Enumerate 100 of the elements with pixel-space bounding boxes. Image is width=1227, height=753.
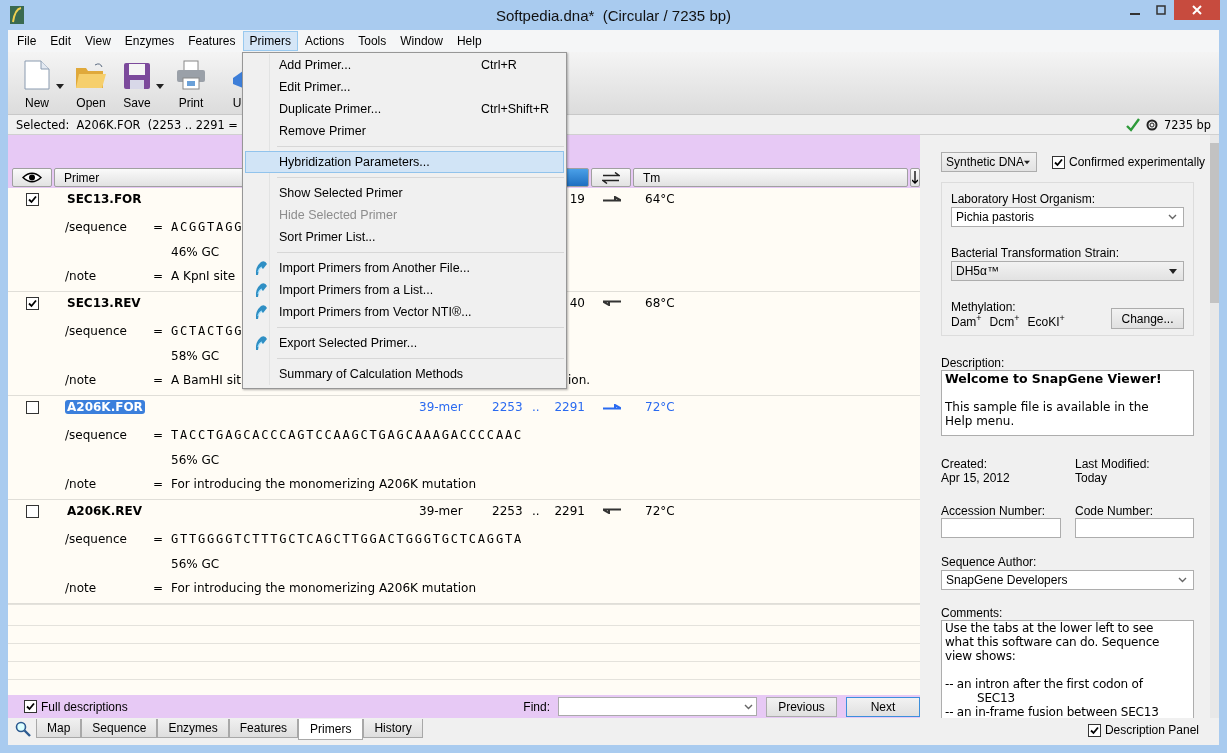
field-label: Comments: — [941, 606, 1004, 620]
field-label: Last Modified: — [1075, 457, 1151, 471]
description-box[interactable]: Welcome to SnapGene Viewer! This sample file is available in the Help menu. — [941, 370, 1194, 436]
field-label: /sequence — [65, 220, 127, 234]
previous-button[interactable]: Previous — [766, 696, 837, 717]
field-value: For introducing the monomerizing A206K mutation — [171, 477, 477, 491]
methylation-mark: EcoKI$^{+}$ — [1027, 315, 1065, 329]
menu-item[interactable]: Import Primers from Vector NTI®... — [245, 301, 564, 323]
equals-sign: = — [153, 477, 164, 491]
scrollbar[interactable] — [1210, 135, 1219, 718]
app-icon — [10, 6, 24, 24]
checkmark-icon — [1125, 117, 1140, 132]
range-separator: .. — [531, 400, 540, 414]
author-dropdown[interactable]: SnapGene Developers — [941, 570, 1194, 590]
circular-icon — [1145, 118, 1158, 131]
sequence-value: GCTACTGG — [171, 324, 244, 338]
menu-item[interactable]: Features — [181, 31, 243, 51]
melting-temperature: 72°C — [644, 400, 676, 414]
menu-item[interactable]: File — [10, 31, 44, 51]
menu-item[interactable]: Export Selected Primer... — [245, 332, 564, 354]
visibility-column-button[interactable] — [12, 168, 52, 187]
checkbox[interactable] — [26, 192, 39, 206]
equals-sign: = — [153, 373, 164, 387]
dropdown-caret-icon[interactable] — [156, 84, 164, 89]
column-header[interactable]: Tm — [632, 168, 909, 187]
menu-item[interactable]: Edit Primer... — [245, 76, 564, 98]
view-tab[interactable]: History — [363, 719, 423, 738]
toolbar-button[interactable]: Open — [72, 52, 110, 110]
dna-type-dropdown[interactable]: Synthetic DNA — [941, 152, 1037, 172]
view-tab[interactable]: Sequence — [81, 719, 158, 738]
checkbox[interactable] — [1087, 723, 1101, 737]
checkbox[interactable] — [1052, 155, 1065, 169]
change-button[interactable]: Change... — [1111, 308, 1184, 329]
menu-item[interactable]: Enzymes — [117, 31, 182, 51]
equals-sign: = — [153, 428, 164, 442]
find-field[interactable] — [558, 697, 757, 716]
toolbar-button[interactable]: Print — [172, 52, 210, 110]
menu-item[interactable]: Help — [449, 31, 489, 51]
menu-item[interactable]: Add Primer... Ctrl+R — [245, 54, 564, 76]
strain-dropdown[interactable]: DH5α™ — [951, 261, 1184, 281]
view-tab[interactable]: Map — [36, 719, 82, 738]
checkbox[interactable] — [26, 296, 39, 310]
melting-temperature: 72°C — [644, 504, 676, 518]
created-date: Apr 15, 2012 — [941, 471, 1011, 485]
view-tab[interactable]: Enzymes — [157, 719, 229, 738]
field-label: Created: — [941, 457, 989, 471]
equals-sign: = — [153, 220, 164, 234]
field-label: /note — [65, 581, 97, 595]
accession-field[interactable] — [941, 518, 1061, 538]
view-tab[interactable]: Primers — [298, 719, 364, 740]
comments-box[interactable]: Use the tabs at the lower left to see what this software can do. Sequence view shows: -- an intron after the first codon of SEC13 -- an in-frame fusion between SEC13 — [941, 620, 1194, 718]
melting-temperature: 64°C — [644, 192, 676, 206]
close-button[interactable] — [1174, 0, 1220, 20]
field-label: Bacterial Transformation Strain: — [951, 246, 1121, 260]
menu-item[interactable]: Duplicate Primer... Ctrl+Shift+R — [245, 98, 564, 120]
view-tab[interactable]: Features — [228, 719, 299, 738]
menu-item[interactable]: Remove Primer — [245, 120, 564, 142]
code-field[interactable] — [1075, 518, 1194, 538]
primer-start: 2253 — [491, 400, 523, 414]
toolbar-button[interactable]: Save — [118, 52, 156, 110]
host-organism-dropdown[interactable]: Pichia pastoris — [951, 207, 1184, 227]
primer-name: SEC13.REV — [66, 296, 142, 310]
sort-button[interactable] — [910, 168, 920, 187]
chevron-icon — [1168, 214, 1177, 220]
field-label: Sequence Author: — [941, 555, 1038, 569]
menu-item[interactable]: Primers — [242, 31, 298, 51]
toolbar-button[interactable]: New — [18, 52, 56, 110]
menu-item[interactable]: Edit — [43, 31, 79, 51]
search-icon[interactable] — [15, 721, 31, 737]
menu-item[interactable]: View — [78, 31, 118, 51]
next-button[interactable]: Next — [846, 696, 920, 717]
field-label: Accession Number: — [941, 504, 1047, 518]
field-label: Description: — [941, 356, 1006, 370]
eye-icon — [21, 172, 42, 183]
menu-item[interactable]: Hybridization Parameters... — [245, 151, 564, 173]
checkbox[interactable] — [26, 504, 39, 518]
printer-icon — [176, 60, 206, 90]
menu-item[interactable]: Actions — [297, 31, 352, 51]
selection-info: Selected: A206K.FOR (2253 .. 2291 = — [16, 117, 238, 132]
caret-icon — [1169, 268, 1177, 274]
equals-sign: = — [153, 581, 164, 595]
checkbox-label: Description Panel — [1104, 723, 1199, 737]
swap-direction-button[interactable] — [591, 168, 631, 187]
menu-item[interactable]: Tools — [351, 31, 394, 51]
sequence-value: ACGGTAGG — [171, 220, 244, 234]
checkbox[interactable] — [24, 700, 37, 713]
menu-item[interactable]: Import Primers from a List... — [245, 279, 564, 301]
checkbox[interactable] — [26, 400, 39, 414]
menu-item[interactable]: Import Primers from Another File... — [245, 257, 564, 279]
field-value: ion. — [568, 373, 591, 387]
modified-date: Today — [1075, 471, 1109, 485]
menu-item[interactable]: Summary of Calculation Methods — [245, 363, 564, 385]
dropdown-caret-icon[interactable] — [56, 84, 64, 89]
menu-item[interactable]: Window — [393, 31, 450, 51]
window-title: Softpedia.dna* (Circular / 7235 bp) — [495, 7, 732, 24]
field-value: 46% GC — [171, 245, 220, 259]
menu-item[interactable]: Sort Primer List... — [245, 226, 564, 248]
document-icon — [24, 60, 50, 90]
menu-item[interactable]: Show Selected Primer — [245, 182, 564, 204]
field-value: For introducing the monomerizing A206K mutation — [171, 581, 477, 595]
